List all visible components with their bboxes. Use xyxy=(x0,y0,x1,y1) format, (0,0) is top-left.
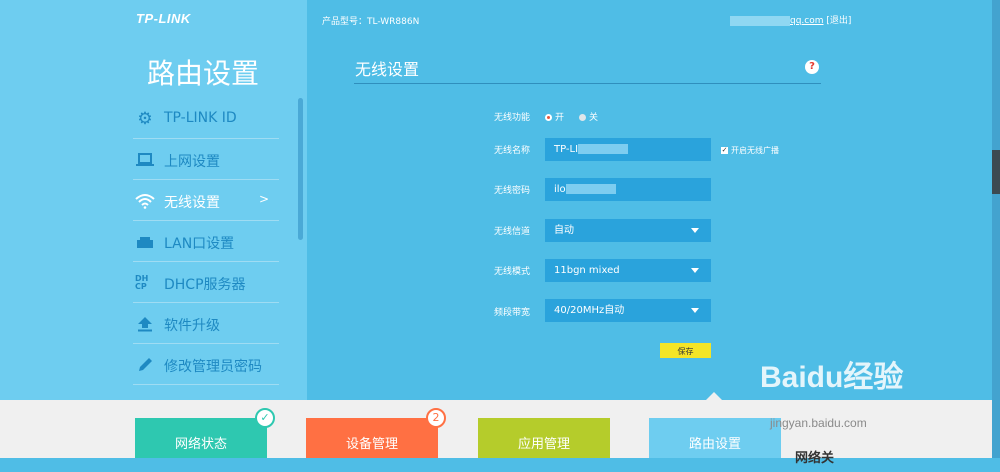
sidebar: TP-LINK 路由设置 ⚙ TP-LINK ID 上网设置 无线设置 > LA… xyxy=(0,0,307,400)
user-email-blurred xyxy=(730,15,790,26)
sidebar-item-label: TP-LINK ID xyxy=(164,110,237,126)
mode-label: 无线模式 xyxy=(494,267,531,277)
watermark-logo: Baidu经验 xyxy=(760,361,904,394)
sidebar-item-label: DHCP服务器 xyxy=(164,277,246,293)
sidebar-item-label: 修改管理员密码 xyxy=(164,359,262,375)
scrollbar-thumb[interactable] xyxy=(992,150,1000,194)
tile-device-management[interactable]: 设备管理 2 xyxy=(306,408,446,458)
sidebar-scrollbar[interactable] xyxy=(298,98,303,240)
sidebar-item-admin-password[interactable]: 修改管理员密码 xyxy=(133,344,279,385)
password-label: 无线密码 xyxy=(494,186,531,196)
checkbox-label: 开启无线广播 xyxy=(731,146,779,155)
check-badge-icon: ✓ xyxy=(255,408,275,428)
channel-select[interactable]: 自动 xyxy=(545,219,711,242)
bandwidth-select[interactable]: 40/20MHz自动 xyxy=(545,299,711,322)
baidu-watermark: Baidu经验 jingyan.baidu.com xyxy=(760,352,904,430)
sidebar-item-label: 上网设置 xyxy=(164,154,220,170)
logout-link[interactable]: [退出] xyxy=(826,16,851,26)
save-button[interactable]: 保存 xyxy=(660,343,711,358)
broadcast-checkbox[interactable]: ✓ 开启无线广播 xyxy=(721,145,779,156)
ssid-input[interactable]: TP-LI xyxy=(545,138,711,161)
ssid-label: 无线名称 xyxy=(494,146,531,156)
radio-unselected-icon xyxy=(579,114,586,121)
sidebar-title: 路由设置 xyxy=(147,57,260,90)
wifi-icon xyxy=(135,191,155,211)
tile-network-status[interactable]: 网络状态 ✓ xyxy=(135,408,275,458)
bandwidth-label: 频段带宽 xyxy=(494,308,531,318)
mode-select[interactable]: 11bgn mixed xyxy=(545,259,711,282)
sidebar-item-label: 软件升级 xyxy=(164,318,220,334)
channel-label: 无线信道 xyxy=(494,227,531,237)
tile-app-management[interactable]: 应用管理 xyxy=(478,418,610,458)
lan-icon xyxy=(135,232,155,252)
sidebar-item-label: 无线设置 xyxy=(164,195,220,211)
ssid-blurred xyxy=(578,144,629,154)
sidebar-item-label: LAN口设置 xyxy=(164,236,235,252)
gear-icon: ⚙ xyxy=(137,109,153,129)
sidebar-item-wireless[interactable]: 无线设置 > xyxy=(133,180,279,221)
radio-selected-icon xyxy=(545,114,552,121)
sidebar-nav: ⚙ TP-LINK ID 上网设置 无线设置 > LAN口设置 DH CP DH… xyxy=(133,98,279,385)
tile-label: 路由设置 xyxy=(688,437,741,452)
title-divider xyxy=(354,83,821,84)
password-blurred xyxy=(565,184,616,194)
radio-label: 关 xyxy=(589,113,599,123)
sidebar-item-upgrade[interactable]: 软件升级 xyxy=(133,303,279,344)
tile-label: 应用管理 xyxy=(517,437,570,452)
laptop-icon xyxy=(135,150,155,170)
checkbox-checked-icon: ✓ xyxy=(721,146,728,154)
page-title: 无线设置 xyxy=(355,60,420,79)
partial-section-heading: 网络关 xyxy=(795,451,835,466)
dhcp-icon: DH CP xyxy=(135,274,149,291)
tile-label: 设备管理 xyxy=(345,437,398,452)
password-input[interactable]: ilo xyxy=(545,178,711,201)
pencil-icon xyxy=(135,355,155,375)
tile-router-settings[interactable]: 路由设置 xyxy=(649,418,781,458)
sidebar-item-dhcp[interactable]: DH CP DHCP服务器 xyxy=(133,262,279,303)
active-tab-pointer xyxy=(706,392,722,400)
wireless-on-radio[interactable]: 开 xyxy=(545,110,564,123)
ssid-value: TP-LI xyxy=(554,144,579,155)
chevron-right-icon: > xyxy=(258,192,269,206)
sidebar-item-lan[interactable]: LAN口设置 xyxy=(133,221,279,262)
tile-label: 网络状态 xyxy=(174,437,227,452)
wireless-off-radio[interactable]: 关 xyxy=(579,110,598,123)
sidebar-item-tplink-id[interactable]: ⚙ TP-LINK ID xyxy=(133,98,279,139)
watermark-url: jingyan.baidu.com xyxy=(770,416,867,430)
user-account: qq.com [退出] xyxy=(730,13,851,26)
count-badge: 2 xyxy=(426,408,446,428)
sidebar-item-internet[interactable]: 上网设置 xyxy=(133,139,279,180)
password-value: ilo xyxy=(554,184,566,195)
radio-label: 开 xyxy=(555,113,565,123)
brand-logo: TP-LINK xyxy=(136,11,191,26)
help-icon[interactable]: ? xyxy=(805,60,819,74)
wireless-function-label: 无线功能 xyxy=(494,113,531,123)
product-model: 产品型号：TL-WR886N xyxy=(322,17,420,27)
upload-icon xyxy=(135,314,155,334)
page-scrollbar[interactable] xyxy=(992,0,1000,458)
user-email-suffix: qq.com xyxy=(790,16,824,26)
